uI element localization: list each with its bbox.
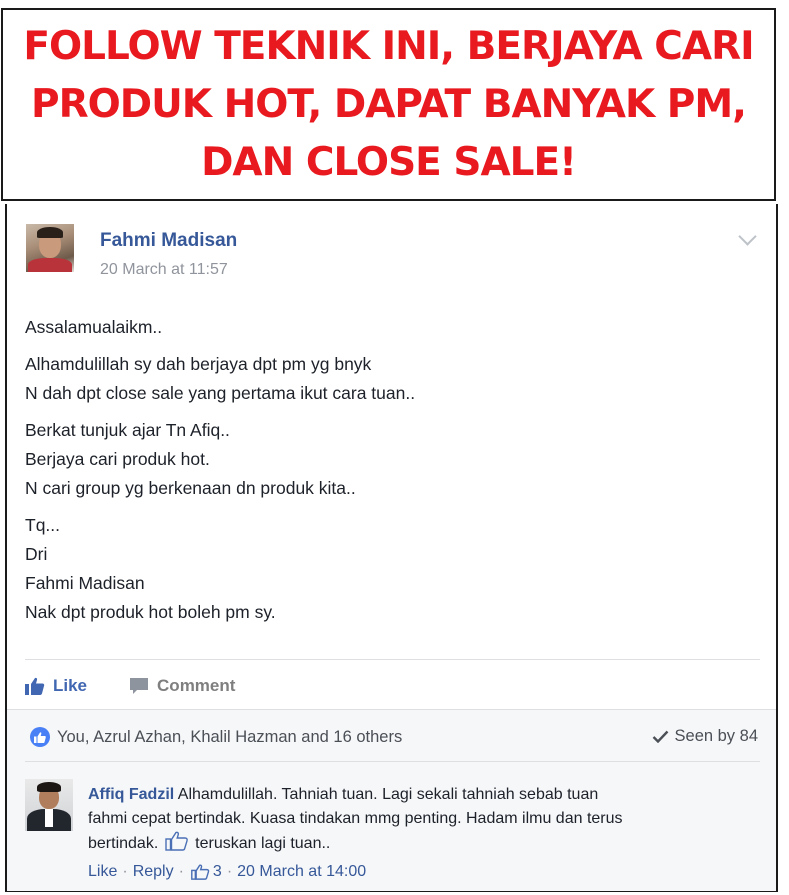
post-text-line: Alhamdulillah sy dah berjaya dpt pm yg b… <box>25 354 372 374</box>
post-text-line: N dah dpt close sale yang pertama ikut c… <box>25 383 416 403</box>
comment-label: Comment <box>157 676 236 695</box>
comment-meta: Like · Reply · 3 · 20 March at 14:00 <box>88 863 366 881</box>
promo-banner: FOLLOW TEKNIK INI, BERJAYA CARI PRODUK H… <box>1 8 776 201</box>
meta-separator: · <box>178 863 184 880</box>
actions-divider <box>25 659 760 660</box>
commenter-avatar[interactable] <box>25 779 73 831</box>
checkmark-icon <box>652 730 668 743</box>
post-author-name[interactable]: Fahmi Madisan <box>100 230 237 252</box>
post-actions: Like Comment <box>25 674 277 698</box>
post-paragraph: Alhamdulillah sy dah berjaya dpt pm yg b… <box>25 350 745 408</box>
reactions-summary[interactable]: You, Azrul Azhan, Khalil Hazman and 16 o… <box>30 727 402 747</box>
post-paragraph: Berkat tunjuk ajar Tn Afiq.. Berjaya car… <box>25 416 745 503</box>
like-reaction-icon <box>30 727 50 747</box>
post-timestamp[interactable]: 20 March at 11:57 <box>100 261 228 279</box>
facebook-post: Fahmi Madisan 20 March at 11:57 Assalamu… <box>5 204 778 892</box>
post-text-line: Tq... <box>25 515 61 535</box>
post-body: Assalamualaikm.. Alhamdulillah sy dah be… <box>25 313 745 635</box>
thumbs-up-outline-icon <box>191 864 210 880</box>
post-text-line: Dri <box>25 544 48 564</box>
comment-text-line-1: Alhamdulillah. Tahniah tuan. Lagi sekali… <box>177 786 599 803</box>
reactions-text: You, Azrul Azhan, Khalil Hazman and 16 o… <box>57 727 403 746</box>
post-text-line: Berkat tunjuk ajar Tn Afiq.. <box>25 420 230 440</box>
post-text-line: Fahmi Madisan <box>25 573 145 593</box>
post-text-line: Berjaya cari produk hot. <box>25 449 210 469</box>
speech-bubble-icon <box>130 678 149 694</box>
comment-timestamp[interactable]: 20 March at 14:00 <box>237 863 366 881</box>
meta-separator: · <box>226 863 233 880</box>
banner-line-1: FOLLOW TEKNIK INI, BERJAYA CARI <box>23 23 754 69</box>
comment-button[interactable]: Comment <box>129 676 235 696</box>
banner-line-2: PRODUK HOT, DAPAT BANYAK PM, <box>31 81 747 127</box>
post-text-line: Assalamualaikm.. <box>25 317 163 337</box>
comment-text-line-3: bertindak. <box>88 835 159 852</box>
like-label: Like <box>53 676 88 695</box>
meta-separator: · <box>122 863 128 880</box>
comment-author[interactable]: Affiq Fadzil <box>88 786 174 803</box>
comment-reply-link[interactable]: Reply <box>133 863 174 881</box>
comment-like-count[interactable]: 3 <box>213 863 222 881</box>
banner-line-3: DAN CLOSE SALE! <box>201 139 577 185</box>
seen-by[interactable]: Seen by 84 <box>652 727 758 746</box>
comment-text-line-2: fahmi cepat bertindak. Kuasa tindakan mm… <box>88 810 623 827</box>
chevron-down-icon[interactable] <box>738 227 757 246</box>
post-text-line: N cari group yg berkenaan dn produk kita… <box>25 478 356 498</box>
seen-text: Seen by 84 <box>674 727 758 745</box>
comment-text-line-3-end: teruskan lagi tuan.. <box>195 835 331 852</box>
comment-like-link[interactable]: Like <box>88 863 117 881</box>
thumbs-up-outline-icon <box>165 831 188 851</box>
post-paragraph: Tq... Dri Fahmi Madisan Nak dpt produk h… <box>25 511 745 627</box>
comment-body: Affiq Fadzil Alhamdulillah. Tahniah tuan… <box>88 783 748 856</box>
post-paragraph: Assalamualaikm.. <box>25 313 745 342</box>
post-text-line: Nak dpt produk hot boleh pm sy. <box>25 602 276 622</box>
author-avatar[interactable] <box>26 224 74 272</box>
comments-divider <box>25 761 760 762</box>
thumbs-up-icon <box>25 677 45 695</box>
like-button[interactable]: Like <box>25 676 87 696</box>
